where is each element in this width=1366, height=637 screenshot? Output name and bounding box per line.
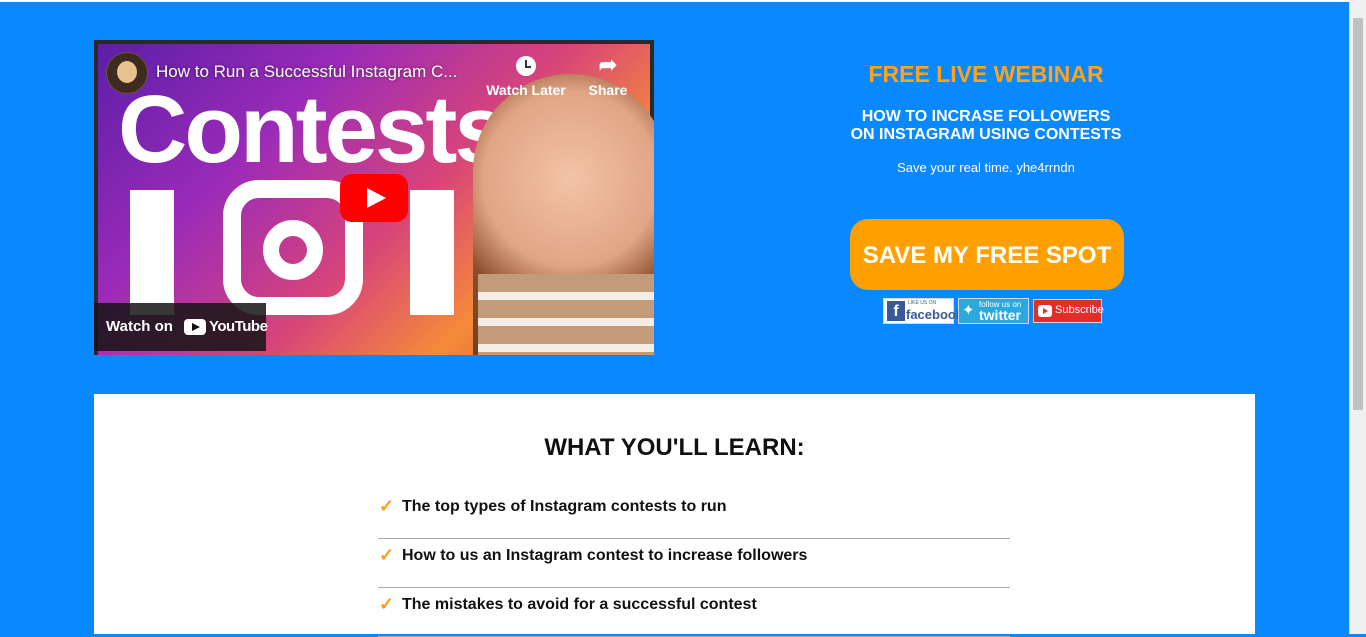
list-item-text: The mistakes to avoid for a successful c… xyxy=(402,596,757,613)
share-icon: ➦ xyxy=(598,52,618,77)
video-title[interactable]: How to Run a Successful Instagram C... xyxy=(156,62,457,82)
list-item: ✓ The mistakes to avoid for a successful… xyxy=(378,588,1010,637)
learn-section: WHAT YOU'LL LEARN: ✓ The top types of In… xyxy=(94,394,1255,637)
facebook-like-button[interactable]: f LIKE US ON facebook xyxy=(883,298,963,324)
share-label: Share xyxy=(588,82,628,98)
youtube-play-icon xyxy=(1038,305,1052,317)
checkmark-icon: ✓ xyxy=(379,496,395,516)
save-spot-button[interactable]: SAVE MY FREE SPOT xyxy=(850,219,1124,290)
clock-icon xyxy=(516,56,536,76)
list-item: ✓ The top types of Instagram contests to… xyxy=(378,490,1010,539)
youtube-logo-icon: YouTube xyxy=(184,318,268,335)
twitter-bird-icon: ✦ xyxy=(962,302,975,319)
scrollbar-thumb[interactable] xyxy=(1353,18,1363,410)
youtube-subscribe-button[interactable]: Subscribe xyxy=(1033,299,1104,323)
share-button[interactable]: ➦ Share xyxy=(582,52,634,98)
channel-avatar[interactable] xyxy=(106,52,148,94)
vertical-scrollbar[interactable] xyxy=(1349,0,1366,634)
thumbnail-one-left xyxy=(130,190,174,315)
facebook-label: facebook xyxy=(906,307,964,322)
list-item-text: The top types of Instagram contests to r… xyxy=(402,498,727,515)
webinar-eyebrow: FREE LIVE WEBINAR xyxy=(868,61,1104,87)
headline-line-2: ON INSTAGRAM USING CONTESTS xyxy=(850,126,1122,143)
watch-later-button[interactable]: Watch Later xyxy=(486,52,566,98)
watch-on-youtube-button[interactable]: Watch on YouTube xyxy=(94,303,268,351)
webinar-headline: HOW TO INCRASE FOLLOWERS ON INSTAGRAM US… xyxy=(786,108,1186,144)
watch-on-label: Watch on xyxy=(106,318,173,335)
youtube-video-embed[interactable]: Contests How to Run a Successful Instagr… xyxy=(94,40,654,355)
presenter-sweater xyxy=(478,274,654,355)
twitter-label: twitter xyxy=(979,307,1021,323)
youtube-logo-text: YouTube xyxy=(209,318,268,335)
facebook-icon: f xyxy=(887,301,905,321)
thumbnail-one-right xyxy=(410,190,454,315)
learn-title: WHAT YOU'LL LEARN: xyxy=(544,434,805,461)
play-icon[interactable] xyxy=(340,174,408,222)
facebook-small-label: LIKE US ON xyxy=(908,300,937,306)
top-edge xyxy=(0,0,1366,2)
watch-later-label: Watch Later xyxy=(486,82,566,98)
twitter-follow-button[interactable]: ✦ follow us on twitter xyxy=(958,298,1029,324)
learn-list: ✓ The top types of Instagram contests to… xyxy=(378,490,1010,637)
thumbnail-text: Contests xyxy=(118,76,508,183)
checkmark-icon: ✓ xyxy=(379,545,395,565)
list-item: ✓ How to us an Instagram contest to incr… xyxy=(378,539,1010,588)
list-item-text: How to us an Instagram contest to increa… xyxy=(402,547,808,564)
subscribe-label: Subscribe xyxy=(1055,304,1104,316)
checkmark-icon: ✓ xyxy=(379,594,395,614)
webinar-subtext: Save your real time. yhe4rrndn xyxy=(897,160,1075,175)
headline-line-1: HOW TO INCRASE FOLLOWERS xyxy=(861,108,1111,125)
